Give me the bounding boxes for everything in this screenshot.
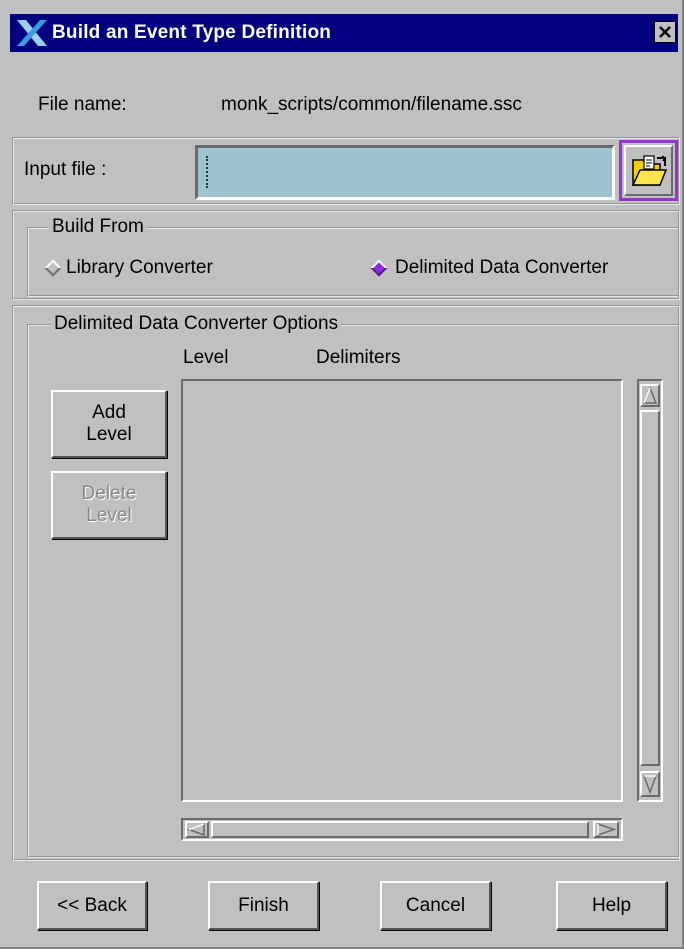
scroll-right-button[interactable]	[593, 821, 619, 838]
add-level-line2: Level	[86, 424, 132, 445]
delete-level-line2: Level	[86, 505, 132, 526]
arrow-right-icon	[597, 823, 617, 836]
close-button[interactable]	[654, 21, 676, 43]
radio-library-converter[interactable]: Library Converter	[40, 256, 280, 282]
file-name-label: File name:	[38, 94, 127, 115]
scroll-up-button[interactable]	[640, 384, 660, 407]
window-title: Build an Event Type Definition	[52, 22, 332, 43]
input-file-field[interactable]	[195, 145, 615, 200]
add-level-line1: Add	[92, 402, 126, 423]
vertical-scroll-thumb[interactable]	[640, 410, 660, 766]
help-button[interactable]: Help	[556, 881, 667, 930]
radio-unselected-icon	[44, 259, 62, 277]
horizontal-scroll-thumb[interactable]	[211, 821, 589, 838]
column-header-level: Level	[183, 347, 229, 368]
radio-delimited-data-converter[interactable]: Delimited Data Converter	[366, 256, 671, 282]
delete-level-line1: Delete	[81, 483, 137, 504]
input-file-label: Input file :	[24, 159, 107, 180]
scroll-down-button[interactable]	[640, 771, 660, 797]
level-delimiter-list[interactable]	[181, 379, 623, 802]
close-x-icon	[659, 26, 671, 38]
horizontal-scrollbar[interactable]	[181, 818, 623, 841]
column-header-delimiters: Delimiters	[316, 347, 401, 368]
dialog-window: Build an Event Type Definition File name…	[0, 0, 684, 949]
arrow-down-icon	[642, 775, 658, 795]
title-bar[interactable]: Build an Event Type Definition	[10, 14, 678, 52]
build-from-legend: Build From	[49, 216, 147, 238]
vertical-scrollbar[interactable]	[637, 379, 663, 802]
folder-open-icon	[631, 154, 667, 186]
delete-level-button[interactable]: Delete Level	[51, 471, 167, 539]
finish-button[interactable]: Finish	[208, 881, 319, 930]
back-button[interactable]: << Back	[37, 881, 147, 930]
file-name-value: monk_scripts/common/filename.ssc	[221, 94, 522, 115]
arrow-left-icon	[187, 823, 205, 836]
cancel-button[interactable]: Cancel	[380, 881, 491, 930]
scroll-left-button[interactable]	[185, 821, 209, 838]
browse-button[interactable]	[619, 140, 678, 201]
radio-delimited-data-converter-label: Delimited Data Converter	[395, 257, 609, 278]
add-level-button[interactable]: Add Level	[51, 390, 167, 458]
x-logo-icon	[17, 20, 47, 46]
text-cursor	[206, 156, 210, 188]
arrow-up-icon	[642, 386, 658, 404]
radio-library-converter-label: Library Converter	[66, 257, 213, 278]
radio-selected-icon	[370, 259, 388, 277]
options-legend: Delimited Data Converter Options	[51, 313, 342, 335]
